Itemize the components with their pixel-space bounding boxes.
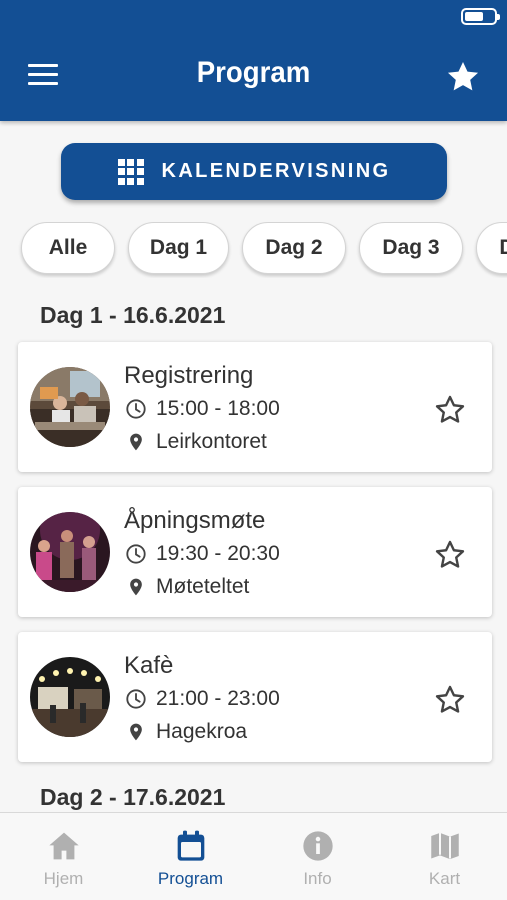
info-icon [301,829,335,863]
event-time: 21:00 - 23:00 [156,687,280,710]
star-outline-icon [435,685,465,713]
page-title: Program [196,56,311,89]
event-location-row: Leirkontoret [124,430,267,454]
event-location: Hagekroa [156,720,248,743]
grid-icon [117,158,144,185]
tab-info[interactable]: Info [254,813,381,900]
tab-label: Info [303,869,332,888]
tab-home[interactable]: Hjem [0,813,127,900]
event-time: 19:30 - 20:30 [156,542,280,565]
event-thumbnail [30,657,110,737]
calendar-view-button[interactable]: KALENDERVISNING [61,143,447,200]
star-outline-icon [435,540,465,568]
event-thumbnail [30,367,110,447]
map-icon [428,829,462,863]
location-pin-icon [124,430,148,454]
location-pin-icon [124,720,148,744]
favorite-toggle[interactable] [433,538,467,572]
filter-chip-day-3[interactable]: Dag 3 [359,222,463,274]
battery-icon [461,8,500,25]
tab-label: Kart [428,869,461,888]
tab-label: Hjem [43,869,84,888]
filter-chip-day-2[interactable]: Dag 2 [242,222,346,274]
event-time-row: 19:30 - 20:30 [124,542,280,566]
clock-icon [124,687,148,711]
filter-chip-all[interactable]: Alle [21,222,115,274]
event-time: 15:00 - 18:00 [156,397,280,420]
day-heading: Dag 1 - 16.6.2021 [40,302,226,328]
clock-icon [124,397,148,421]
day-heading: Dag 2 - 17.6.2021 [40,784,226,810]
filter-chip-day-1[interactable]: Dag 1 [128,222,229,274]
event-location: Leirkontoret [156,430,267,453]
event-card[interactable]: Åpningsmøte 19:30 - 20:30 Møteteltet [18,487,492,617]
event-title: Kafè [124,652,174,679]
event-time-row: 21:00 - 23:00 [124,687,280,711]
favorites-button[interactable] [444,58,482,96]
event-title: Registrering [124,362,254,389]
location-pin-icon [124,575,148,599]
star-outline-icon [435,395,465,423]
event-location-row: Møteteltet [124,575,249,599]
favorite-toggle[interactable] [433,393,467,427]
home-icon [47,829,81,863]
tab-label: Program [157,869,224,888]
event-thumbnail [30,512,110,592]
bottom-tab-bar: Hjem Program Info Kart [0,812,507,900]
event-card[interactable]: Registrering 15:00 - 18:00 Leirkontoret [18,342,492,472]
star-filled-icon [447,61,479,91]
event-card[interactable]: Kafè 21:00 - 23:00 Hagekroa [18,632,492,762]
filter-chip-day-4[interactable]: Dag 4 [476,222,507,274]
tab-map[interactable]: Kart [381,813,507,900]
event-time-row: 15:00 - 18:00 [124,397,280,421]
favorite-toggle[interactable] [433,683,467,717]
app-header: Program [0,0,507,121]
calendar-icon [174,829,208,863]
event-location: Møteteltet [156,575,250,598]
calendar-view-label: KALENDERVISNING [161,160,391,182]
event-title: Åpningsmøte [124,507,266,534]
clock-icon [124,542,148,566]
event-location-row: Hagekroa [124,720,247,744]
tab-program[interactable]: Program [127,813,254,900]
day-filter-bar: Alle Dag 1 Dag 2 Dag 3 Dag 4 [0,222,507,278]
